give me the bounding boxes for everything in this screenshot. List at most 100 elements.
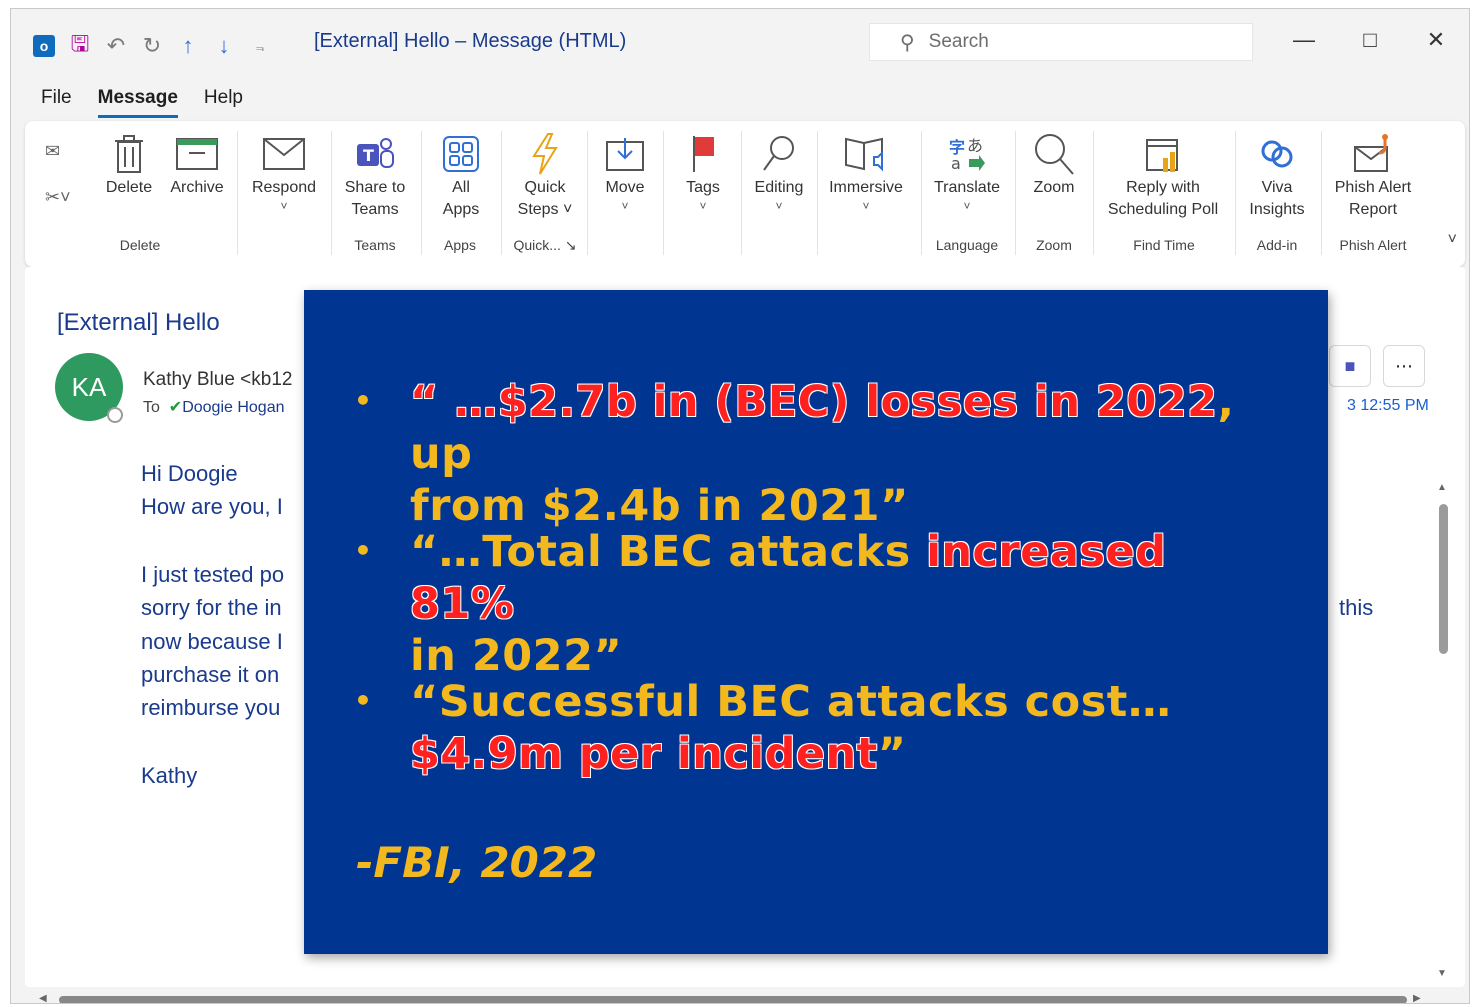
all-apps-button[interactable]: All Apps (429, 131, 493, 221)
viva-insights-button[interactable]: Viva Insights (1241, 131, 1313, 221)
title-bar: o 🖫 ↶ ↻ ↑ ↓ ⫬ [External] Hello – Message… (11, 9, 1469, 73)
plain-text: “…Total BEC attacks (410, 527, 927, 577)
teams-icon: T (337, 131, 413, 177)
cleanup-icon[interactable]: ✂˅ (45, 187, 71, 208)
archive-button[interactable]: Archive (165, 131, 229, 199)
attribution: -FBI, 2022 (356, 838, 598, 887)
minimize-button[interactable]: — (1289, 27, 1319, 53)
archive-icon (165, 131, 229, 177)
ribbon-tabs: File Message Help (41, 87, 243, 118)
undo-icon[interactable]: ↶ (105, 33, 127, 59)
tags-button[interactable]: Tags ˅ (673, 131, 733, 213)
phish-label-2: Report (1348, 201, 1398, 218)
maximize-button[interactable]: □ (1355, 27, 1385, 53)
chevron-down-icon: ˅ (699, 199, 707, 213)
bullet-text: “…Total BEC attacks increased 81% in 202… (410, 526, 1284, 682)
save-icon[interactable]: 🖫 (69, 27, 91, 65)
editing-label: Editing (754, 179, 804, 196)
vertical-scrollbar[interactable]: ▲ ▼ (1437, 482, 1449, 982)
translate-label: Translate (933, 179, 1001, 196)
share-to-teams-label-2: Teams (351, 201, 399, 218)
group-label-delete: Delete (119, 237, 161, 253)
tab-help[interactable]: Help (204, 87, 243, 118)
message-subject: [External] Hello (57, 309, 220, 336)
redo-icon[interactable]: ↻ (141, 33, 163, 59)
svg-text:あ: あ (967, 136, 983, 155)
quick-steps-label-2: Steps ˅ (517, 201, 573, 218)
scroll-up-arrow-icon[interactable]: ▲ (1437, 482, 1447, 493)
scroll-down-arrow-icon[interactable]: ▼ (1437, 968, 1447, 979)
next-item-icon[interactable]: ↓ (213, 33, 235, 59)
zoom-button[interactable]: Zoom (1021, 131, 1087, 199)
reply-poll-label-1: Reply with (1126, 179, 1200, 196)
translate-icon: 字あa (929, 131, 1005, 177)
tab-message[interactable]: Message (97, 87, 178, 118)
bullet-text: “ …$2.7b in (BEC) losses in 2022, up fro… (410, 376, 1284, 532)
search-placeholder: Search (928, 31, 989, 52)
body-line: I just tested po (141, 562, 285, 587)
phish-label-1: Phish Alert (1334, 179, 1412, 196)
viva-insights-icon (1241, 131, 1313, 177)
editing-button[interactable]: Editing ˅ (747, 131, 811, 213)
teams-chat-button[interactable]: ■ (1329, 345, 1371, 387)
chevron-down-icon: ˅ (862, 199, 870, 213)
flag-icon (673, 131, 733, 177)
tab-file[interactable]: File (41, 87, 72, 118)
delete-button[interactable]: Delete (101, 131, 157, 199)
highlight-text: $4.9m per incident (410, 729, 878, 779)
horizontal-scrollbar[interactable]: ◀ ▶ (35, 993, 1425, 1003)
reply-poll-label-2: Scheduling Poll (1107, 201, 1219, 218)
move-button[interactable]: Move ˅ (595, 131, 655, 213)
apps-grid-icon (429, 131, 493, 177)
outlook-app-icon[interactable]: o (33, 35, 55, 57)
customize-toolbar-icon[interactable]: ⫬ (249, 38, 271, 55)
plain-text: ” (877, 729, 907, 779)
vertical-scroll-thumb[interactable] (1439, 504, 1448, 654)
body-line: now because I (141, 629, 283, 654)
horizontal-scroll-thumb[interactable] (59, 996, 1407, 1003)
previous-item-icon[interactable]: ↑ (177, 33, 199, 59)
body-line: sorry for the in (141, 595, 282, 620)
respond-label: Respond (251, 179, 317, 196)
all-apps-label-1: All (452, 179, 470, 196)
svg-text:a: a (951, 154, 961, 173)
body-line: purchase it on (141, 662, 280, 687)
bullet-dot: • (354, 534, 372, 567)
translate-button[interactable]: 字あa Translate ˅ (929, 131, 1005, 213)
immersive-reader-button[interactable]: Immersive ˅ (823, 131, 909, 213)
respond-button[interactable]: Respond ˅ (247, 131, 321, 213)
zoom-icon (1021, 131, 1087, 177)
scroll-right-arrow-icon[interactable]: ▶ (1413, 993, 1421, 1003)
envelope-reply-icon (247, 131, 321, 177)
svg-text:T: T (363, 146, 374, 165)
all-apps-label-2: Apps (442, 201, 480, 218)
viva-label-1: Viva (1261, 179, 1293, 196)
share-to-teams-button[interactable]: T Share to Teams (337, 131, 413, 221)
window-title: [External] Hello – Message (HTML) (314, 30, 627, 52)
ribbon-expand-chevron-icon[interactable]: ˅ (1448, 231, 1457, 249)
tags-label: Tags (686, 179, 720, 196)
body-line: reimburse you (141, 695, 281, 720)
bullet-dot: • (354, 384, 372, 417)
phish-alert-report-button[interactable]: Phish Alert Report (1327, 131, 1419, 221)
group-label-find-time: Find Time (1133, 237, 1195, 253)
reply-with-scheduling-poll-button[interactable]: Reply with Scheduling Poll (1099, 131, 1227, 221)
group-label-apps: Apps (444, 237, 476, 253)
close-button[interactable]: ✕ (1421, 27, 1451, 53)
quick-access-toolbar: o 🖫 ↶ ↻ ↑ ↓ ⫬ (33, 27, 271, 65)
ignore-icon[interactable]: ✉ (45, 141, 60, 162)
search-box[interactable]: ⚲ Search (869, 23, 1253, 61)
group-label-add-in: Add-in (1256, 237, 1298, 253)
chevron-down-icon: ˅ (280, 199, 288, 213)
scroll-left-arrow-icon[interactable]: ◀ (39, 993, 47, 1003)
more-actions-button[interactable]: ⋯ (1383, 345, 1425, 387)
sender-name[interactable]: Kathy Blue <kb12 (143, 369, 292, 391)
recipient-name[interactable]: Doogie Hogan (182, 399, 284, 416)
group-label-phish-alert: Phish Alert (1339, 237, 1407, 253)
sent-time: 3 12:55 PM (1347, 397, 1429, 414)
trash-icon (101, 131, 157, 177)
magnifier-icon (747, 131, 811, 177)
plain-text: in 2022” (410, 631, 623, 681)
group-label-quick: Quick... ↘ (513, 237, 577, 253)
quick-steps-button[interactable]: Quick Steps ˅ (509, 131, 581, 221)
